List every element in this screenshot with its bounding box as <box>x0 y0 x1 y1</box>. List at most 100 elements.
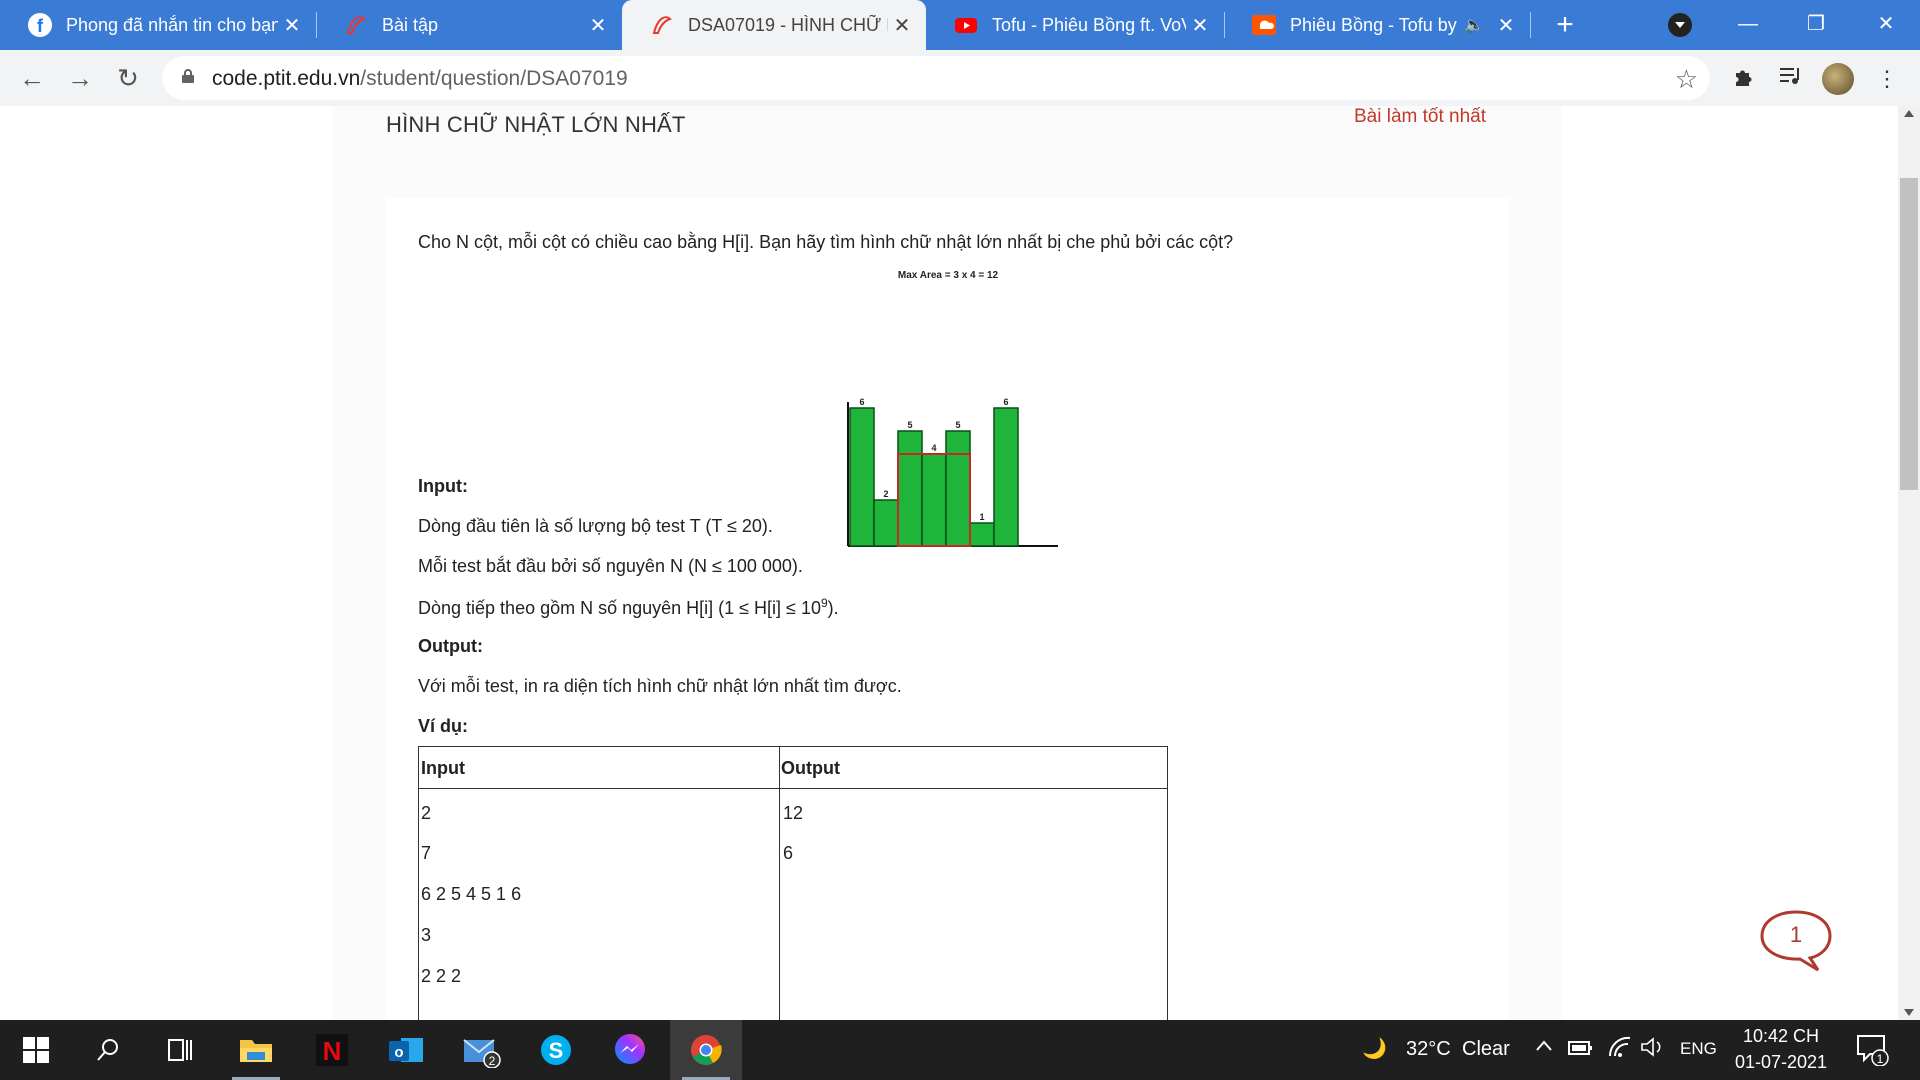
clock-time[interactable]: 10:42 CH <box>1726 1026 1836 1047</box>
forward-arrow-icon[interactable]: → <box>62 60 98 96</box>
messenger-icon[interactable] <box>594 1020 666 1080</box>
input-line-2: Mỗi test bắt đầu bởi số nguyên N (N ≤ 10… <box>418 556 803 576</box>
output-heading: Output: <box>418 636 483 656</box>
svg-text:o: o <box>394 1044 403 1061</box>
extensions-icon[interactable] <box>1728 64 1758 94</box>
bar-value-label: 5 <box>907 420 912 430</box>
facebook-icon: f <box>28 13 52 37</box>
windows-start-icon[interactable] <box>0 1020 72 1080</box>
weather-temp[interactable]: 32°C <box>1406 1038 1451 1061</box>
new-tab-button[interactable]: + <box>1548 8 1582 42</box>
scroll-thumb[interactable] <box>1900 178 1918 490</box>
input-line-3: Dòng tiếp theo gồm N số nguyên H[i] (1 ≤… <box>418 596 839 619</box>
media-control-icon[interactable] <box>1776 64 1806 94</box>
tab-strip: f Phong đã nhắn tin cho bạn ✕ Bài tập ✕ … <box>0 0 1920 50</box>
table-cell: 2 <box>421 803 432 823</box>
chat-badge-count: 1 <box>1790 922 1802 947</box>
speaker-icon[interactable]: 🔈 <box>1464 15 1484 35</box>
outlook-icon[interactable]: o <box>370 1020 442 1080</box>
close-icon[interactable]: ✕ <box>1186 13 1214 38</box>
input-line-3-text: Dòng tiếp theo gồm N số nguyên H[i] (1 ≤… <box>418 598 821 618</box>
minimize-button[interactable]: — <box>1728 6 1768 42</box>
best-solution-link[interactable]: Bài làm tốt nhất <box>1354 106 1486 128</box>
bar-value-label: 4 <box>931 443 936 453</box>
histogram-bar <box>921 453 947 547</box>
restore-button[interactable]: ❐ <box>1796 6 1836 42</box>
histogram-bar <box>873 499 899 547</box>
close-icon[interactable]: ✕ <box>278 13 306 38</box>
weather-condition[interactable]: Clear <box>1462 1038 1510 1061</box>
reload-icon[interactable]: ↻ <box>110 60 146 96</box>
notification-icon[interactable]: 1 <box>1856 1034 1890 1072</box>
url-path: /student/question/DSA07019 <box>360 67 628 90</box>
histogram-bar <box>993 407 1019 547</box>
tab-dsa07019[interactable]: DSA07019 - HÌNH CHỮ NHẬT ✕ <box>622 0 926 50</box>
battery-icon[interactable] <box>1568 1038 1594 1064</box>
tab-bai-tap[interactable]: Bài tập ✕ <box>316 0 622 50</box>
tab-title: Bài tập <box>382 14 439 35</box>
back-arrow-icon[interactable]: ← <box>14 60 50 96</box>
volume-icon[interactable] <box>1640 1036 1666 1064</box>
tab-search-icon[interactable] <box>1668 13 1692 37</box>
mail-badge: 2 <box>489 1054 496 1068</box>
address-bar[interactable]: code.ptit.edu.vn/student/question/DSA070… <box>162 56 1710 100</box>
histogram-bar <box>969 522 995 547</box>
wifi-icon[interactable] <box>1608 1036 1632 1064</box>
scroll-up-arrow-icon[interactable] <box>1904 110 1914 117</box>
task-view-icon[interactable] <box>144 1020 216 1080</box>
tab-title: Phiêu Bồng - Tofu by <box>1290 14 1457 35</box>
skype-icon[interactable]: S <box>520 1020 592 1080</box>
close-window-button[interactable]: ✕ <box>1866 6 1906 42</box>
menu-icon[interactable]: ⋮ <box>1872 64 1902 94</box>
tab-youtube[interactable]: Tofu - Phiêu Bồng ft. VoVa ✕ <box>926 0 1224 50</box>
tab-divider <box>1530 12 1531 38</box>
histogram-bar <box>945 430 971 547</box>
clock-date[interactable]: 01-07-2021 <box>1726 1052 1836 1073</box>
weather-moon-icon[interactable]: 🌙 <box>1362 1036 1387 1061</box>
soundcloud-icon <box>1252 13 1276 37</box>
chevron-up-icon[interactable] <box>1534 1036 1554 1062</box>
page-scrollbar[interactable] <box>1898 106 1920 1020</box>
table-cell: 12 <box>783 803 804 823</box>
histogram-bar <box>897 430 923 547</box>
svg-text:S: S <box>549 1038 564 1063</box>
ptit-logo-icon <box>344 13 368 37</box>
chat-bubble-icon[interactable]: 1 <box>1758 908 1834 974</box>
problem-statement: Cho N cột, mỗi cột có chiều cao bằng H[i… <box>418 232 1234 252</box>
table-header-row: Input Output <box>419 747 1167 789</box>
exponent: 9 <box>820 596 828 610</box>
table-cell: 6 2 5 4 5 1 6 <box>421 884 522 904</box>
chrome-icon[interactable] <box>670 1020 742 1080</box>
url-text[interactable]: code.ptit.edu.vn/student/question/DSA070… <box>212 67 628 91</box>
browser-toolbar: ← → ↻ code.ptit.edu.vn/student/question/… <box>0 50 1920 106</box>
close-icon[interactable]: ✕ <box>584 13 612 38</box>
table-cell: 7 <box>421 843 432 863</box>
search-icon[interactable] <box>72 1020 144 1080</box>
mail-icon[interactable]: 2 <box>446 1020 518 1080</box>
tab-title: Phong đã nhắn tin cho bạn <box>66 14 278 35</box>
tab-title: DSA07019 - HÌNH CHỮ NHẬT <box>688 14 888 35</box>
bar-value-label: 2 <box>883 489 888 499</box>
table-cell: 6 <box>783 843 794 863</box>
page-viewport: HÌNH CHỮ NHẬT LỚN NHẤT Bài làm tốt nhất … <box>0 106 1898 1020</box>
bar-value-label: 5 <box>955 420 960 430</box>
bar-value-label: 6 <box>1003 397 1008 407</box>
windows-taskbar: N o 2 S 🌙 32°C Clear ENG 10:42 CH 01-07-… <box>0 1020 1920 1080</box>
profile-avatar[interactable] <box>1822 63 1854 95</box>
ptit-logo-icon <box>650 13 674 37</box>
close-icon[interactable]: ✕ <box>888 13 916 38</box>
lock-icon[interactable] <box>182 69 194 83</box>
example-heading: Ví dụ: <box>418 716 468 736</box>
tab-facebook[interactable]: f Phong đã nhắn tin cho bạn ✕ <box>0 0 316 50</box>
star-icon[interactable]: ☆ <box>1675 64 1698 95</box>
figure-caption: Max Area = 3 x 4 = 12 <box>898 270 999 281</box>
notification-badge: 1 <box>1877 1052 1884 1066</box>
tab-soundcloud[interactable]: Phiêu Bồng - Tofu by 🔈 ✕ <box>1224 0 1530 50</box>
table-cell: 2 2 2 <box>421 966 462 986</box>
language-indicator[interactable]: ENG <box>1680 1039 1717 1059</box>
file-explorer-icon[interactable] <box>220 1020 292 1080</box>
close-icon[interactable]: ✕ <box>1492 13 1520 38</box>
netflix-icon[interactable]: N <box>296 1020 368 1080</box>
scroll-down-arrow-icon[interactable] <box>1904 1009 1914 1016</box>
table-header-output: Output <box>781 758 840 778</box>
